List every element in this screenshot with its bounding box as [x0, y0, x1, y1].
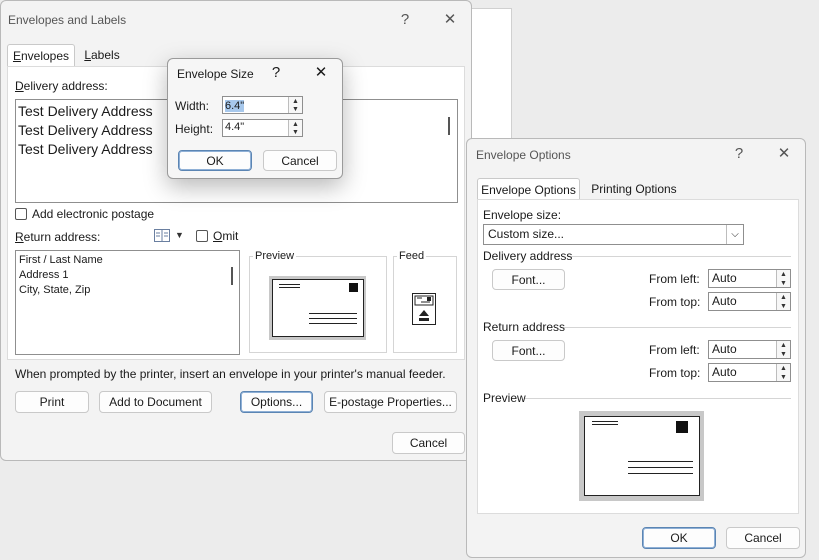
envelope-size-value: Custom size... [488, 227, 565, 241]
close-icon[interactable]: ✕ [438, 10, 462, 30]
delivery-font-button[interactable]: Font... [492, 269, 565, 290]
add-to-document-button[interactable]: Add to Document [99, 391, 212, 413]
options-button[interactable]: Options... [240, 391, 313, 413]
envelope-preview-image [269, 276, 366, 340]
add-postage-checkbox[interactable] [15, 208, 27, 220]
tab-accel: E [12, 49, 21, 63]
delivery-from-top-input[interactable]: Auto ▲ ▼ [708, 292, 791, 311]
dialog-title: Envelopes and Labels [8, 13, 127, 27]
return-font-button[interactable]: Font... [492, 340, 565, 361]
delivery-group-label: Delivery address [483, 249, 573, 263]
help-button[interactable]: ? [264, 63, 288, 83]
cancel-button[interactable]: Cancel [392, 432, 465, 454]
add-postage-label: Add electronic postage [32, 207, 155, 221]
return-group-label: Return address [483, 320, 566, 334]
return-from-top-input[interactable]: Auto ▲ ▼ [708, 363, 791, 382]
omit-checkbox[interactable] [196, 230, 208, 242]
scrollbar-thumb[interactable] [231, 267, 233, 285]
ok-button[interactable]: OK [178, 150, 252, 171]
close-icon[interactable]: ✕ [772, 144, 796, 164]
width-spinner[interactable]: ▲ ▼ [288, 97, 302, 113]
preview-label: Preview [483, 391, 526, 405]
cancel-button[interactable]: Cancel [726, 527, 800, 549]
envelope-size-select[interactable]: Custom size... ⌵ [483, 224, 744, 245]
height-value: 4.4" [225, 121, 245, 133]
group-divider [563, 327, 791, 328]
delivery-from-left-label: From left: [649, 272, 700, 286]
spinner[interactable]: ▲ ▼ [776, 341, 790, 358]
printer-note: When prompted by the printer, insert an … [15, 367, 446, 381]
ok-button[interactable]: OK [642, 527, 716, 549]
address-book-icon[interactable] [154, 229, 170, 242]
tab-label: nvelopes [20, 49, 70, 63]
dialog-title: Envelope Options [476, 148, 571, 162]
delivery-from-top-label: From top: [649, 295, 701, 309]
scrollbar-thumb[interactable] [448, 117, 450, 135]
help-button[interactable]: ? [727, 144, 751, 164]
group-divider [525, 398, 791, 399]
tab-envelopes[interactable]: Envelopes [7, 44, 75, 67]
tab-printing-options[interactable]: Printing Options [584, 178, 684, 200]
tab-label: abels [91, 48, 120, 62]
envelope-preview-image [579, 411, 704, 501]
height-spinner[interactable]: ▲ ▼ [288, 120, 302, 136]
document-page [471, 8, 512, 150]
cancel-button[interactable]: Cancel [263, 150, 337, 171]
spinner[interactable]: ▲ ▼ [776, 364, 790, 381]
envelope-size-label: Envelope size: [483, 208, 562, 222]
width-label: Width: [175, 99, 210, 113]
group-divider [567, 256, 791, 257]
return-from-left-input[interactable]: Auto ▲ ▼ [708, 340, 791, 359]
tab-envelope-options[interactable]: Envelope Options [477, 178, 580, 200]
envelope-options-dialog: Envelope Options ? ✕ Envelope Options Pr… [466, 138, 806, 558]
return-line: Address 1 [19, 269, 69, 281]
print-button[interactable]: Print [15, 391, 89, 413]
help-button[interactable]: ? [393, 10, 417, 30]
width-value: 6.4" [225, 100, 245, 112]
spinner[interactable]: ▲ ▼ [776, 293, 790, 310]
tab-accel: L [84, 48, 91, 62]
return-from-left-label: From left: [649, 343, 700, 357]
return-address-input[interactable]: First / Last Name Address 1 City, State,… [15, 250, 240, 355]
return-address-label: Return address: [15, 230, 101, 244]
tab-label: Printing Options [591, 182, 677, 196]
feed-icon [412, 293, 436, 325]
height-label: Height: [175, 122, 214, 136]
tab-labels[interactable]: Labels [79, 44, 125, 67]
omit-label: Omit [213, 229, 239, 243]
return-line: First / Last Name [19, 254, 103, 266]
feed-label: Feed [397, 250, 427, 262]
chevron-down-icon[interactable]: ▼ [175, 230, 184, 240]
width-input[interactable]: 6.4" ▲ ▼ [222, 96, 303, 114]
return-from-top-label: From top: [649, 366, 701, 380]
envelope-size-dialog: Envelope Size ? ✕ Width: 6.4" ▲ ▼ Height:… [167, 58, 343, 179]
return-line: City, State, Zip [19, 284, 91, 296]
chevron-down-icon: ⌵ [726, 225, 743, 244]
tab-label: Envelope Options [481, 183, 576, 197]
spinner[interactable]: ▲ ▼ [776, 270, 790, 287]
preview-label: Preview [253, 250, 297, 262]
dialog-title: Envelope Size [177, 67, 254, 81]
epostage-properties-button[interactable]: E-postage Properties... [324, 391, 457, 413]
height-input[interactable]: 4.4" ▲ ▼ [222, 119, 303, 137]
delivery-from-left-input[interactable]: Auto ▲ ▼ [708, 269, 791, 288]
close-icon[interactable]: ✕ [309, 63, 333, 83]
delivery-address-label: Delivery address: [15, 79, 108, 93]
